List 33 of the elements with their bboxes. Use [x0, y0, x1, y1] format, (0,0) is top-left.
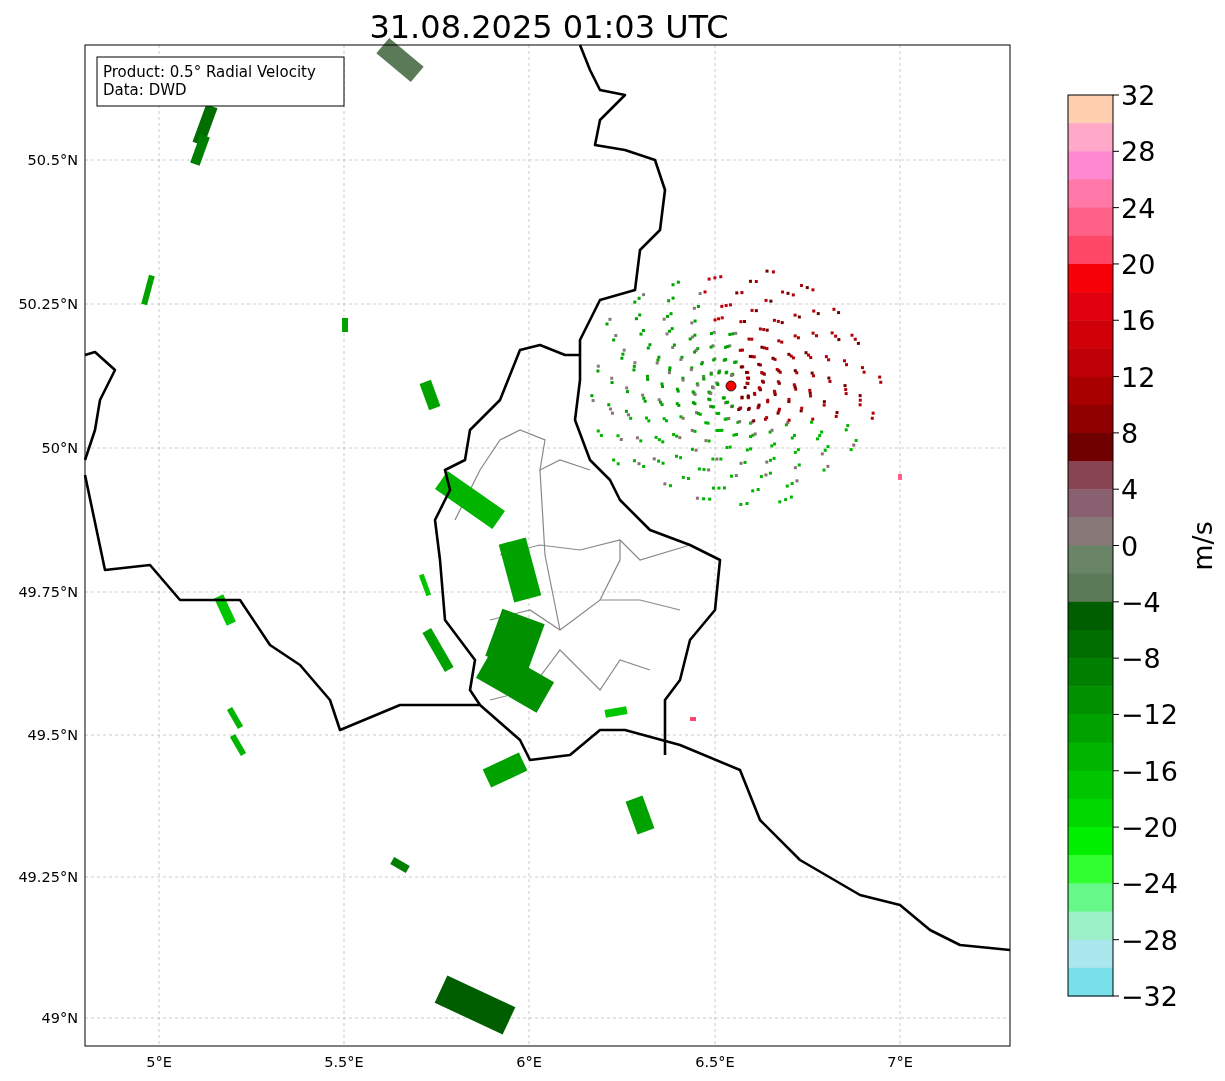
longitude-label: 5°E [146, 1054, 172, 1070]
colorbar-tick-label: 8 [1121, 417, 1139, 449]
colorbar-tick-label: −28 [1121, 924, 1178, 956]
latitude-label: 50.25°N [18, 296, 78, 312]
latitude-label: 49.75°N [18, 584, 78, 600]
colorbar-tick-label: −16 [1121, 755, 1178, 787]
longitude-label: 7°E [887, 1054, 913, 1070]
colorbar-tick-label: −4 [1121, 586, 1161, 618]
colorbar-tick-label: 0 [1121, 530, 1139, 562]
colorbar-tick-label: −20 [1121, 812, 1178, 844]
latitude-label: 49°N [41, 1010, 78, 1026]
longitude-label: 6.5°E [695, 1054, 735, 1070]
latitude-label: 50.5°N [27, 152, 78, 168]
colorbar-tick-label: −32 [1121, 981, 1178, 1012]
longitude-label: 5.5°E [324, 1054, 364, 1070]
legend-text: Product: 0.5° Radial Velocity [103, 63, 316, 81]
latitude-label: 50°N [41, 440, 78, 456]
colorbar-tick-label: 4 [1121, 474, 1139, 506]
legend-text: Data: DWD [103, 81, 187, 99]
longitude-label: 6°E [516, 1054, 542, 1070]
latitude-label: 49.25°N [18, 869, 78, 885]
colorbar-tick-label: 24 [1121, 192, 1156, 224]
colorbar-unit-label: m/s [1187, 521, 1218, 571]
latitude-label: 49.5°N [27, 727, 78, 743]
plot-title: 31.08.2025 01:03 UTC [369, 8, 729, 46]
colorbar-tick-label: −12 [1121, 699, 1178, 731]
colorbar-tick-label: 32 [1121, 80, 1156, 111]
colorbar-tick-label: 16 [1121, 305, 1156, 337]
colorbar-tick-label: 20 [1121, 248, 1156, 280]
colorbar-tick-label: −24 [1121, 868, 1178, 900]
colorbar-tick-label: −8 [1121, 643, 1161, 675]
colorbar-tick-label: 12 [1121, 361, 1156, 393]
colorbar-tick-label: 28 [1121, 136, 1156, 168]
